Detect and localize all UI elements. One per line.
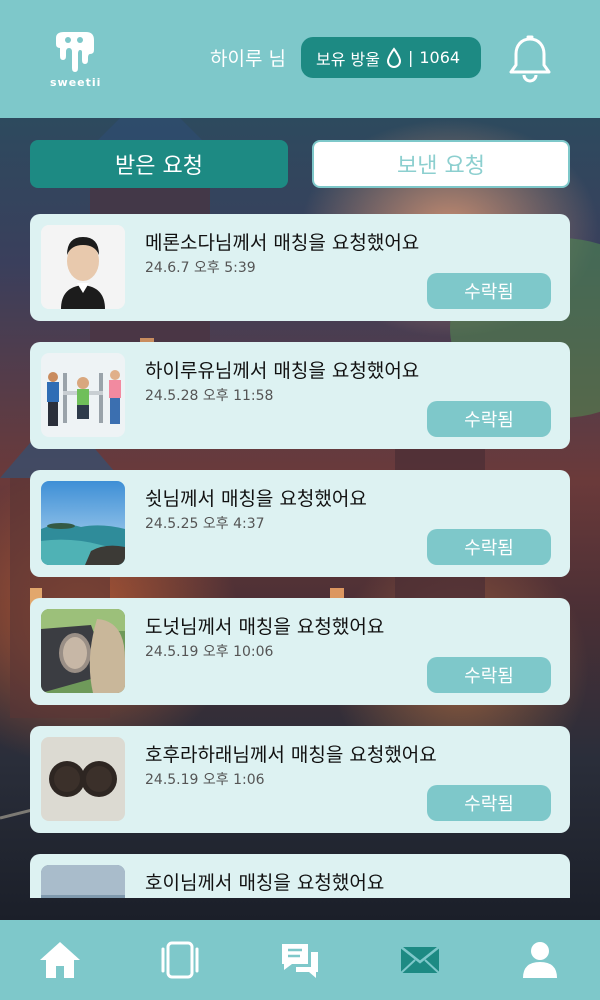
profile-photo <box>41 353 125 437</box>
request-message: 쉿님께서 매칭을 요청했어요 <box>145 488 367 510</box>
tab-received-requests[interactable]: 받은 요청 <box>30 140 288 188</box>
points-separator: | <box>407 48 414 67</box>
request-time: 24.5.28 오후 11:58 <box>145 388 274 404</box>
points-badge[interactable]: 보유 방울 | 1064 <box>301 37 481 78</box>
request-message: 하이루유님께서 매칭을 요청했어요 <box>145 360 420 382</box>
bottom-navigation <box>0 920 600 1000</box>
request-time: 24.5.25 오후 4:37 <box>145 516 265 532</box>
request-card[interactable]: 하이루유님께서 매칭을 요청했어요 24.5.28 오후 11:58 수락됨 <box>30 342 570 449</box>
request-card[interactable]: 쉿님께서 매칭을 요청했어요 24.5.25 오후 4:37 수락됨 <box>30 470 570 577</box>
request-message: 도넛님께서 매칭을 요청했어요 <box>145 616 385 638</box>
profile-photo <box>41 609 125 693</box>
request-message: 메론소다님께서 매칭을 요청했어요 <box>145 232 420 254</box>
profile-photo <box>41 481 125 565</box>
request-card[interactable]: 호이님께서 매칭을 요청했어요 <box>30 854 570 898</box>
notification-bell-icon[interactable] <box>507 35 553 87</box>
cards-icon[interactable] <box>156 936 204 984</box>
accepted-button[interactable]: 수락됨 <box>427 785 551 821</box>
request-list: 메론소다님께서 매칭을 요청했어요 24.6.7 오후 5:39 수락됨 하이루 <box>30 214 570 898</box>
logo-text: sweetii <box>50 76 102 89</box>
request-card[interactable]: 메론소다님께서 매칭을 요청했어요 24.6.7 오후 5:39 수락됨 <box>30 214 570 321</box>
accepted-button[interactable]: 수락됨 <box>427 529 551 565</box>
water-drop-icon <box>386 46 402 69</box>
points-value: 1064 <box>419 48 461 67</box>
request-message: 호이님께서 매칭을 요청했어요 <box>145 872 385 894</box>
mail-icon[interactable] <box>396 936 444 984</box>
tab-sent-requests[interactable]: 보낸 요청 <box>312 140 570 188</box>
chat-icon[interactable] <box>276 936 324 984</box>
profile-icon[interactable] <box>516 936 564 984</box>
request-card[interactable]: 도넛님께서 매칭을 요청했어요 24.5.19 오후 10:06 수락됨 <box>30 598 570 705</box>
accepted-button[interactable]: 수락됨 <box>427 657 551 693</box>
request-message: 호후라하래님께서 매칭을 요청했어요 <box>145 744 437 766</box>
points-label: 보유 방울 <box>316 49 380 69</box>
user-greeting: 하이루 님 <box>210 48 286 70</box>
accepted-button[interactable]: 수락됨 <box>427 401 551 437</box>
request-time: 24.5.19 오후 10:06 <box>145 644 274 660</box>
home-icon[interactable] <box>36 936 84 984</box>
request-time: 24.5.19 오후 1:06 <box>145 772 265 788</box>
app-header: sweetii 하이루 님 보유 방울 | 1064 <box>0 0 600 118</box>
profile-photo <box>41 225 125 309</box>
request-time: 24.6.7 오후 5:39 <box>145 260 256 276</box>
profile-photo <box>41 865 125 898</box>
profile-photo <box>41 737 125 821</box>
request-card[interactable]: 호후라하래님께서 매칭을 요청했어요 24.5.19 오후 1:06 수락됨 <box>30 726 570 833</box>
accepted-button[interactable]: 수락됨 <box>427 273 551 309</box>
request-tabs: 받은 요청 보낸 요청 <box>30 140 570 188</box>
